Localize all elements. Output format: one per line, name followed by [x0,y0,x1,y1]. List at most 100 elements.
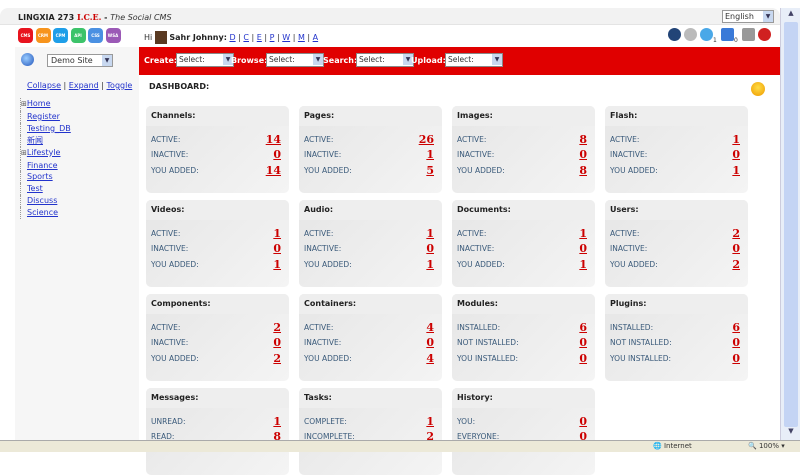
create-select[interactable]: Select: ▼ [176,53,234,67]
tree-link[interactable]: Finance [27,161,58,170]
stat-value-link[interactable]: 0 [732,351,740,366]
scroll-down-icon[interactable]: ▼ [784,427,798,439]
stat-value-link[interactable]: 4 [426,320,434,335]
user-link-a[interactable]: A [313,33,318,42]
stat-value-link[interactable]: 0 [732,241,740,256]
inbox-icon[interactable]: 0 [721,28,738,44]
stat-value-link[interactable]: 0 [273,241,281,256]
stat-value-link[interactable]: 0 [273,147,281,162]
user-link-e[interactable]: E [257,33,262,42]
stat-value-link[interactable]: 0 [579,414,587,429]
stat-label: ACTIVE: [610,135,640,144]
stat-value-link[interactable]: 2 [273,320,281,335]
scroll-up-icon[interactable]: ▲ [784,9,798,21]
stat-value-link[interactable]: 2 [273,351,281,366]
stat-value-link[interactable]: 14 [266,163,281,178]
stat-value-link[interactable]: 0 [426,335,434,350]
stat-row: INACTIVE: 0 [304,241,442,256]
tree-item: Home [20,98,71,111]
zoom-level[interactable]: 🔍 100% ▾ [748,442,785,450]
stat-value-link[interactable]: 6 [579,320,587,335]
app-api-button[interactable]: API [70,28,86,43]
user-link-w[interactable]: W [282,33,290,42]
app-css-button[interactable]: CSS [88,28,103,43]
browse-select[interactable]: Select: ▼ [266,53,324,67]
sync-icon[interactable]: 1 [700,28,717,44]
tree-link[interactable]: Home [27,99,51,108]
user-link-d[interactable]: D [229,33,235,42]
stat-value-link[interactable]: 6 [732,320,740,335]
stat-value-link[interactable]: 0 [579,241,587,256]
stat-label: COMPLETE: [304,417,347,426]
stat-value-link[interactable]: 8 [579,132,587,147]
app-crm-button[interactable]: CRM [35,28,51,43]
stat-row: YOU ADDED: 1 [457,257,595,272]
stat-value-link[interactable]: 0 [732,335,740,350]
expand-link[interactable]: Expand [69,81,99,90]
stat-value-link[interactable]: 8 [579,163,587,178]
tree-link[interactable]: Sports [27,172,53,181]
toggle-link[interactable]: Toggle [107,81,133,90]
globe-icon[interactable] [21,53,34,66]
settings-icon[interactable] [684,28,697,41]
stat-value-link[interactable]: 14 [266,132,281,147]
stat-value-link[interactable]: 1 [579,257,587,272]
database-icon[interactable] [742,28,755,41]
stat-value-link[interactable]: 1 [426,414,434,429]
stat-label: YOU ADDED: [304,165,352,175]
stat-value-link[interactable]: 2 [732,226,740,241]
tree-item: Register [20,110,71,123]
site-select[interactable]: Demo Site ▼ [47,54,113,67]
stat-value-link[interactable]: 2 [732,257,740,272]
home-icon[interactable] [668,28,681,41]
app-wsa-button[interactable]: WSA [105,28,121,43]
avatar[interactable] [154,31,167,44]
stat-value-link[interactable]: 1 [426,226,434,241]
stat-label: INSTALLED: [457,323,501,332]
stat-row: YOU ADDED: 4 [304,351,442,366]
app-cms-button[interactable]: CMS [18,28,33,43]
logout-icon[interactable] [758,28,771,41]
stat-label: YOU ADDED: [304,353,352,363]
tree-link[interactable]: Science [27,208,58,217]
user-link-p[interactable]: P [270,33,275,42]
stat-value-link[interactable]: 0 [273,335,281,350]
stat-value-link[interactable]: 1 [426,147,434,162]
stat-value-link[interactable]: 1 [579,226,587,241]
tree-link[interactable]: 新闻 [27,136,43,145]
chevron-down-icon: ▼ [313,54,323,65]
upload-select[interactable]: Select: ▼ [445,53,503,67]
user-link-m[interactable]: M [298,33,305,42]
stat-value-link[interactable]: 1 [273,257,281,272]
chevron-down-icon: ▼ [763,11,773,22]
smiley-icon[interactable] [751,82,765,96]
stat-value-link[interactable]: 0 [579,351,587,366]
stat-value-link[interactable]: 0 [732,147,740,162]
stat-value-link[interactable]: 1 [426,257,434,272]
language-select[interactable]: English ▼ [722,10,774,23]
stat-value-link[interactable]: 0 [579,335,587,350]
stat-value-link[interactable]: 4 [426,351,434,366]
stat-value-link[interactable]: 26 [419,132,434,147]
scroll-thumb[interactable] [784,22,798,427]
stat-value-link[interactable]: 0 [579,147,587,162]
tree-link[interactable]: Test [27,184,43,193]
card-title: Images: [452,106,595,126]
tree-link[interactable]: Testing_DB [27,124,71,133]
stat-value-link[interactable]: 0 [426,241,434,256]
search-select[interactable]: Select: ▼ [356,53,414,67]
card-pages: Pages: ACTIVE: 26 INACTIVE: 1 YOU ADDED: 5 [299,106,442,193]
stat-value-link[interactable]: 1 [732,163,740,178]
tree-link[interactable]: Register [27,112,60,121]
stat-value-link[interactable]: 1 [273,226,281,241]
stat-value-link[interactable]: 1 [273,414,281,429]
stat-value-link[interactable]: 1 [732,132,740,147]
collapse-link[interactable]: Collapse [27,81,61,90]
user-link-c[interactable]: C [243,33,249,42]
stat-label: INACTIVE: [610,150,648,160]
stat-value-link[interactable]: 5 [426,163,434,178]
tree-link[interactable]: Discuss [27,196,57,205]
tree-link[interactable]: Lifestyle [27,148,61,157]
app-cpm-button[interactable]: CPM [53,28,68,43]
scrollbar[interactable]: ▲ ▼ [780,8,800,440]
